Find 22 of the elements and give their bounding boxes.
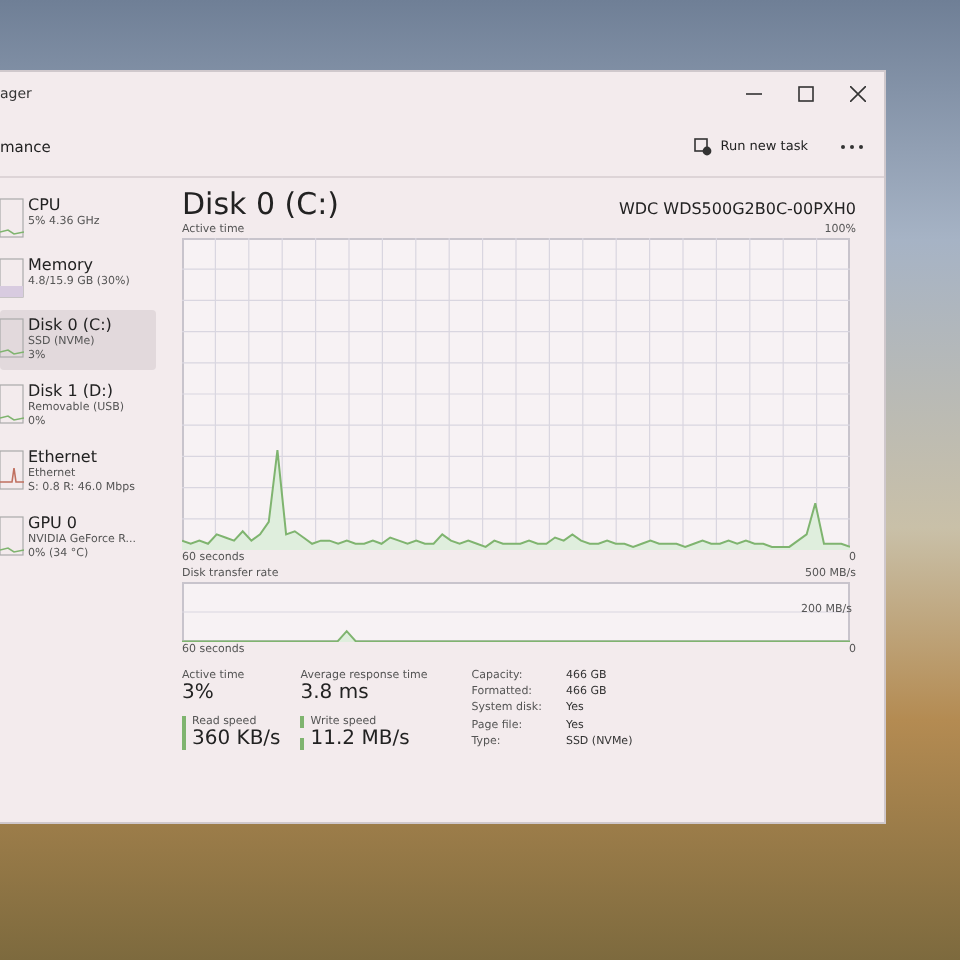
mini-graph bbox=[0, 318, 24, 358]
device-name: Memory bbox=[28, 256, 96, 275]
stat-value: 3% bbox=[182, 682, 216, 704]
device-name: Disk 1 (D:) bbox=[28, 382, 115, 401]
disk-model: WDC WDS500G2B0C-00PXH0 bbox=[618, 200, 856, 218]
mini-graph bbox=[0, 198, 24, 238]
close-icon bbox=[850, 86, 866, 102]
task-icon bbox=[694, 137, 713, 155]
stat-value: 360 KB/s bbox=[192, 728, 281, 750]
device-name: CPU bbox=[28, 196, 63, 215]
mini-graph bbox=[0, 450, 24, 490]
mini-graph bbox=[0, 258, 24, 298]
stat-value: 11.2 MB/s bbox=[310, 728, 412, 750]
disk-title: Disk 0 (C:) bbox=[182, 186, 340, 222]
maximize-icon bbox=[798, 86, 814, 102]
more-options-icon[interactable] bbox=[836, 139, 868, 153]
stat-value: 3.8 ms bbox=[300, 682, 371, 704]
device-name: Disk 0 (C:) bbox=[28, 316, 112, 335]
mini-graph bbox=[0, 384, 24, 424]
device-name: GPU 0 bbox=[28, 514, 80, 533]
device-name: Ethernet bbox=[28, 448, 99, 467]
mini-graph bbox=[0, 516, 24, 556]
